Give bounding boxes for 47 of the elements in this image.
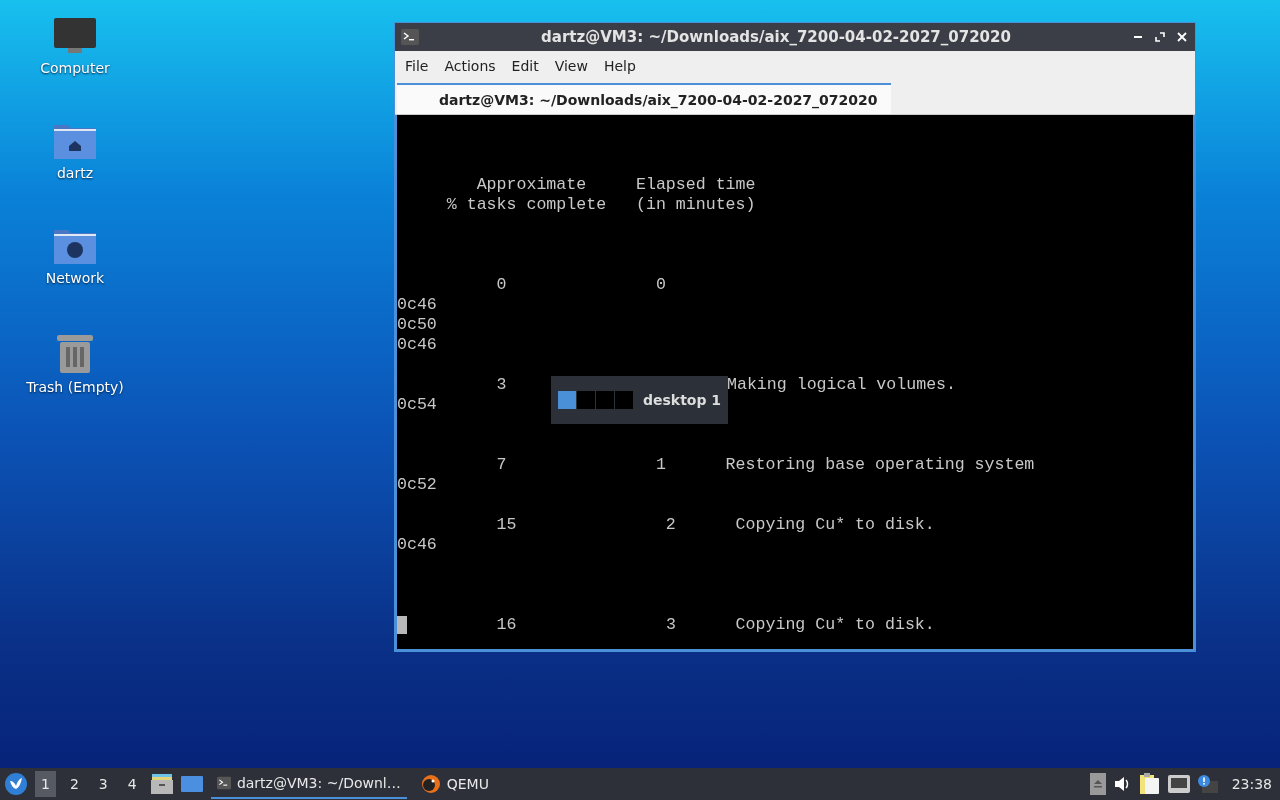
menu-item[interactable]: File [397, 58, 437, 74]
desktop-icon-label[interactable]: dartz [56, 165, 94, 181]
terminal-line: Approximate Elapsed time [475, 175, 756, 195]
terminal-line: 0c46 [397, 295, 437, 315]
workspace-button[interactable]: 3 [92, 771, 114, 797]
terminal-line: 15 2 Copying Cu* to disk. [495, 515, 935, 535]
menu-item[interactable]: Actions [436, 58, 504, 74]
start-menu-icon[interactable] [5, 773, 27, 795]
terminal-line: 16 3 Copying Cu* to disk. [495, 615, 935, 635]
taskbar-button[interactable]: dartz@VM3: ~/Downl… [210, 769, 407, 799]
file-cabinet-icon[interactable] [150, 774, 173, 794]
taskbar-button[interactable]: QEMU [414, 769, 495, 799]
terminal-icon [401, 29, 419, 45]
terminal-icon [216, 775, 231, 791]
terminal-line: 0 0 [495, 275, 666, 295]
desktop-icon-label[interactable]: Network [45, 270, 105, 286]
show-desktop-icon[interactable] [180, 776, 203, 792]
workspace-button[interactable]: 4 [121, 771, 143, 797]
terminal-line: 0c46 [397, 535, 437, 555]
clipboard-icon[interactable] [1139, 773, 1160, 795]
menu-item[interactable]: View [546, 58, 596, 74]
monitor-icon[interactable] [54, 18, 96, 54]
window-title: dartz@VM3: ~/Downloads/aix_7200-04-02-2027_072020 [540, 28, 1012, 46]
menu-item[interactable]: Edit [503, 58, 547, 74]
eject-icon[interactable] [1089, 773, 1106, 795]
workspace-button[interactable]: 2 [63, 771, 85, 797]
menu-item[interactable]: Help [595, 58, 644, 74]
terminal-line: 0c46 [397, 335, 437, 355]
notification-icon[interactable] [1197, 775, 1218, 793]
terminal-line: % tasks complete (in minutes) [445, 195, 756, 215]
terminal-line: 0c52 [397, 475, 437, 495]
network-port-icon[interactable] [1167, 775, 1190, 793]
workspace-button[interactable]: 1 [35, 771, 56, 797]
terminal-line: 3 [495, 375, 507, 395]
terminal-line: Making logical volumes. [727, 375, 957, 395]
home-folder-icon[interactable] [54, 123, 96, 159]
terminal-area[interactable] [395, 115, 1195, 651]
workspace-name: desktop 1 [643, 392, 722, 408]
desktop-icon-label[interactable]: Trash (Empty) [26, 379, 124, 395]
terminal-tab[interactable]: dartz@VM3: ~/Downloads/aix_7200-04-02-2027_072020 [397, 83, 891, 114]
network-folder-icon[interactable] [54, 228, 96, 264]
maximize-icon[interactable] [1155, 32, 1165, 42]
terminal-line: 7 1 Restoring base operating system [495, 455, 1035, 475]
close-icon[interactable] [1177, 32, 1187, 42]
terminal-line: 0c54 [397, 395, 437, 415]
terminal-line: 0c50 [397, 315, 437, 335]
clock: 23:38 [1231, 776, 1272, 792]
